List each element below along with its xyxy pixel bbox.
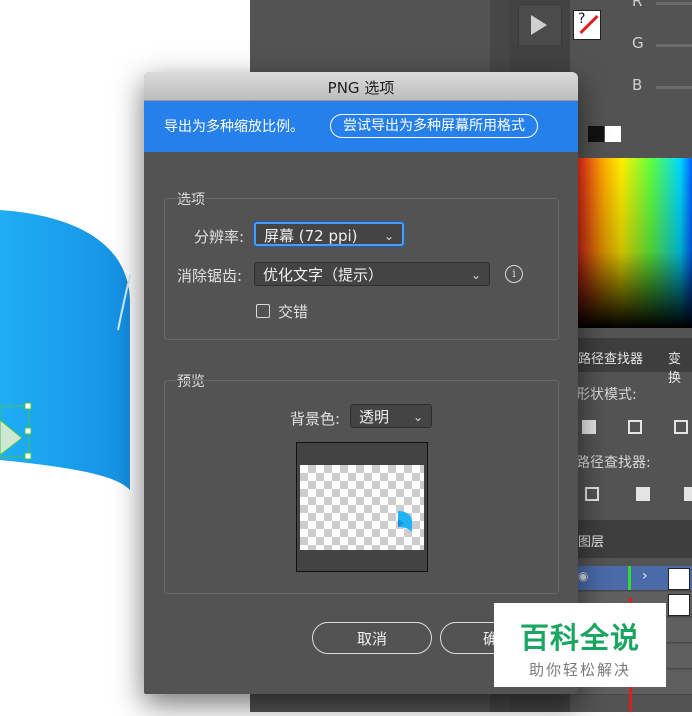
tab-layers[interactable]: 图层 [578,531,604,550]
antialias-select[interactable]: 优化文字（提示） ⌄ [254,262,490,286]
channel-g-label: G [632,34,644,52]
export-banner: 导出为多种缩放比例。 尝试导出为多种屏幕所用格式 [144,101,578,152]
background-color-value: 透明 [359,408,390,426]
pathfinders-label: 路径查找器: [576,455,651,471]
tab-transform[interactable]: 变换 [668,348,692,386]
unite-icon[interactable] [582,420,596,434]
chevron-down-icon: ⌄ [470,268,481,282]
antialias-value: 优化文字（提示） [263,266,384,284]
chevron-down-icon: ⌄ [383,229,394,243]
antialias-label: 消除锯齿: [177,267,243,285]
tab-pathfinder[interactable]: 路径查找器 [578,348,643,367]
layer-thumbnail [668,594,690,616]
resolution-select[interactable]: 屏幕 (72 ppi) ⌄ [254,222,404,246]
play-button[interactable] [518,4,562,46]
question-icon: ? [578,11,586,27]
none-swatch[interactable]: ? [573,10,601,40]
channel-b-slider[interactable] [656,86,692,89]
background-color-select[interactable]: 透明 ⌄ [350,404,432,428]
eye-icon[interactable]: ◉ [578,569,588,583]
selection-handle [24,452,32,460]
resolution-value: 屏幕 (72 ppi) [264,227,358,245]
interlace-label: 交错 [278,303,309,321]
intersect-icon[interactable] [674,420,688,434]
channel-r-slider[interactable] [656,2,692,5]
watermark-subtitle: 助你轻松解决 [528,661,631,679]
chevron-down-icon: ⌄ [412,410,423,424]
channel-r-label: R [632,0,643,10]
chevron-right-icon[interactable]: › [642,568,648,584]
dialog-title: PNG 选项 [327,79,395,97]
play-icon [531,15,547,35]
shape-modes-label: 形状模式: [576,387,637,403]
watermark-logo: 百科全说 助你轻松解决 [494,603,666,687]
background-color-label: 背景色: [290,410,341,428]
minus-front-icon[interactable] [628,420,642,434]
resolution-label: 分辨率: [194,228,245,246]
transparency-checkerboard [300,465,424,550]
interlace-checkbox[interactable] [256,304,270,318]
channel-g-slider[interactable] [656,44,692,47]
black-swatch[interactable] [588,126,604,142]
white-swatch[interactable] [605,126,621,142]
cancel-button[interactable]: 取消 [312,622,432,654]
preview-image [296,442,428,572]
png-options-dialog: PNG 选项 导出为多种缩放比例。 尝试导出为多种屏幕所用格式 选项 分辨率: … [144,72,578,694]
divide-icon[interactable] [585,487,599,501]
banner-message: 导出为多种缩放比例。 [164,119,304,135]
merge-icon[interactable] [684,487,692,501]
try-export-screens-button[interactable]: 尝试导出为多种屏幕所用格式 [330,114,538,138]
selection-handle [24,402,32,410]
info-icon[interactable]: i [505,265,523,283]
trim-icon[interactable] [636,487,650,501]
layer-color-marker [628,566,631,590]
layer-row[interactable]: ◉ › [570,566,692,591]
selection-handle [24,427,32,435]
channel-b-label: B [632,76,643,94]
color-spectrum[interactable] [575,158,692,328]
watermark-title: 百科全说 [519,621,640,655]
preview-artwork [398,511,412,532]
layer-thumbnail [668,568,690,590]
dialog-titlebar[interactable]: PNG 选项 [144,72,578,101]
artwork-shape [0,210,130,490]
